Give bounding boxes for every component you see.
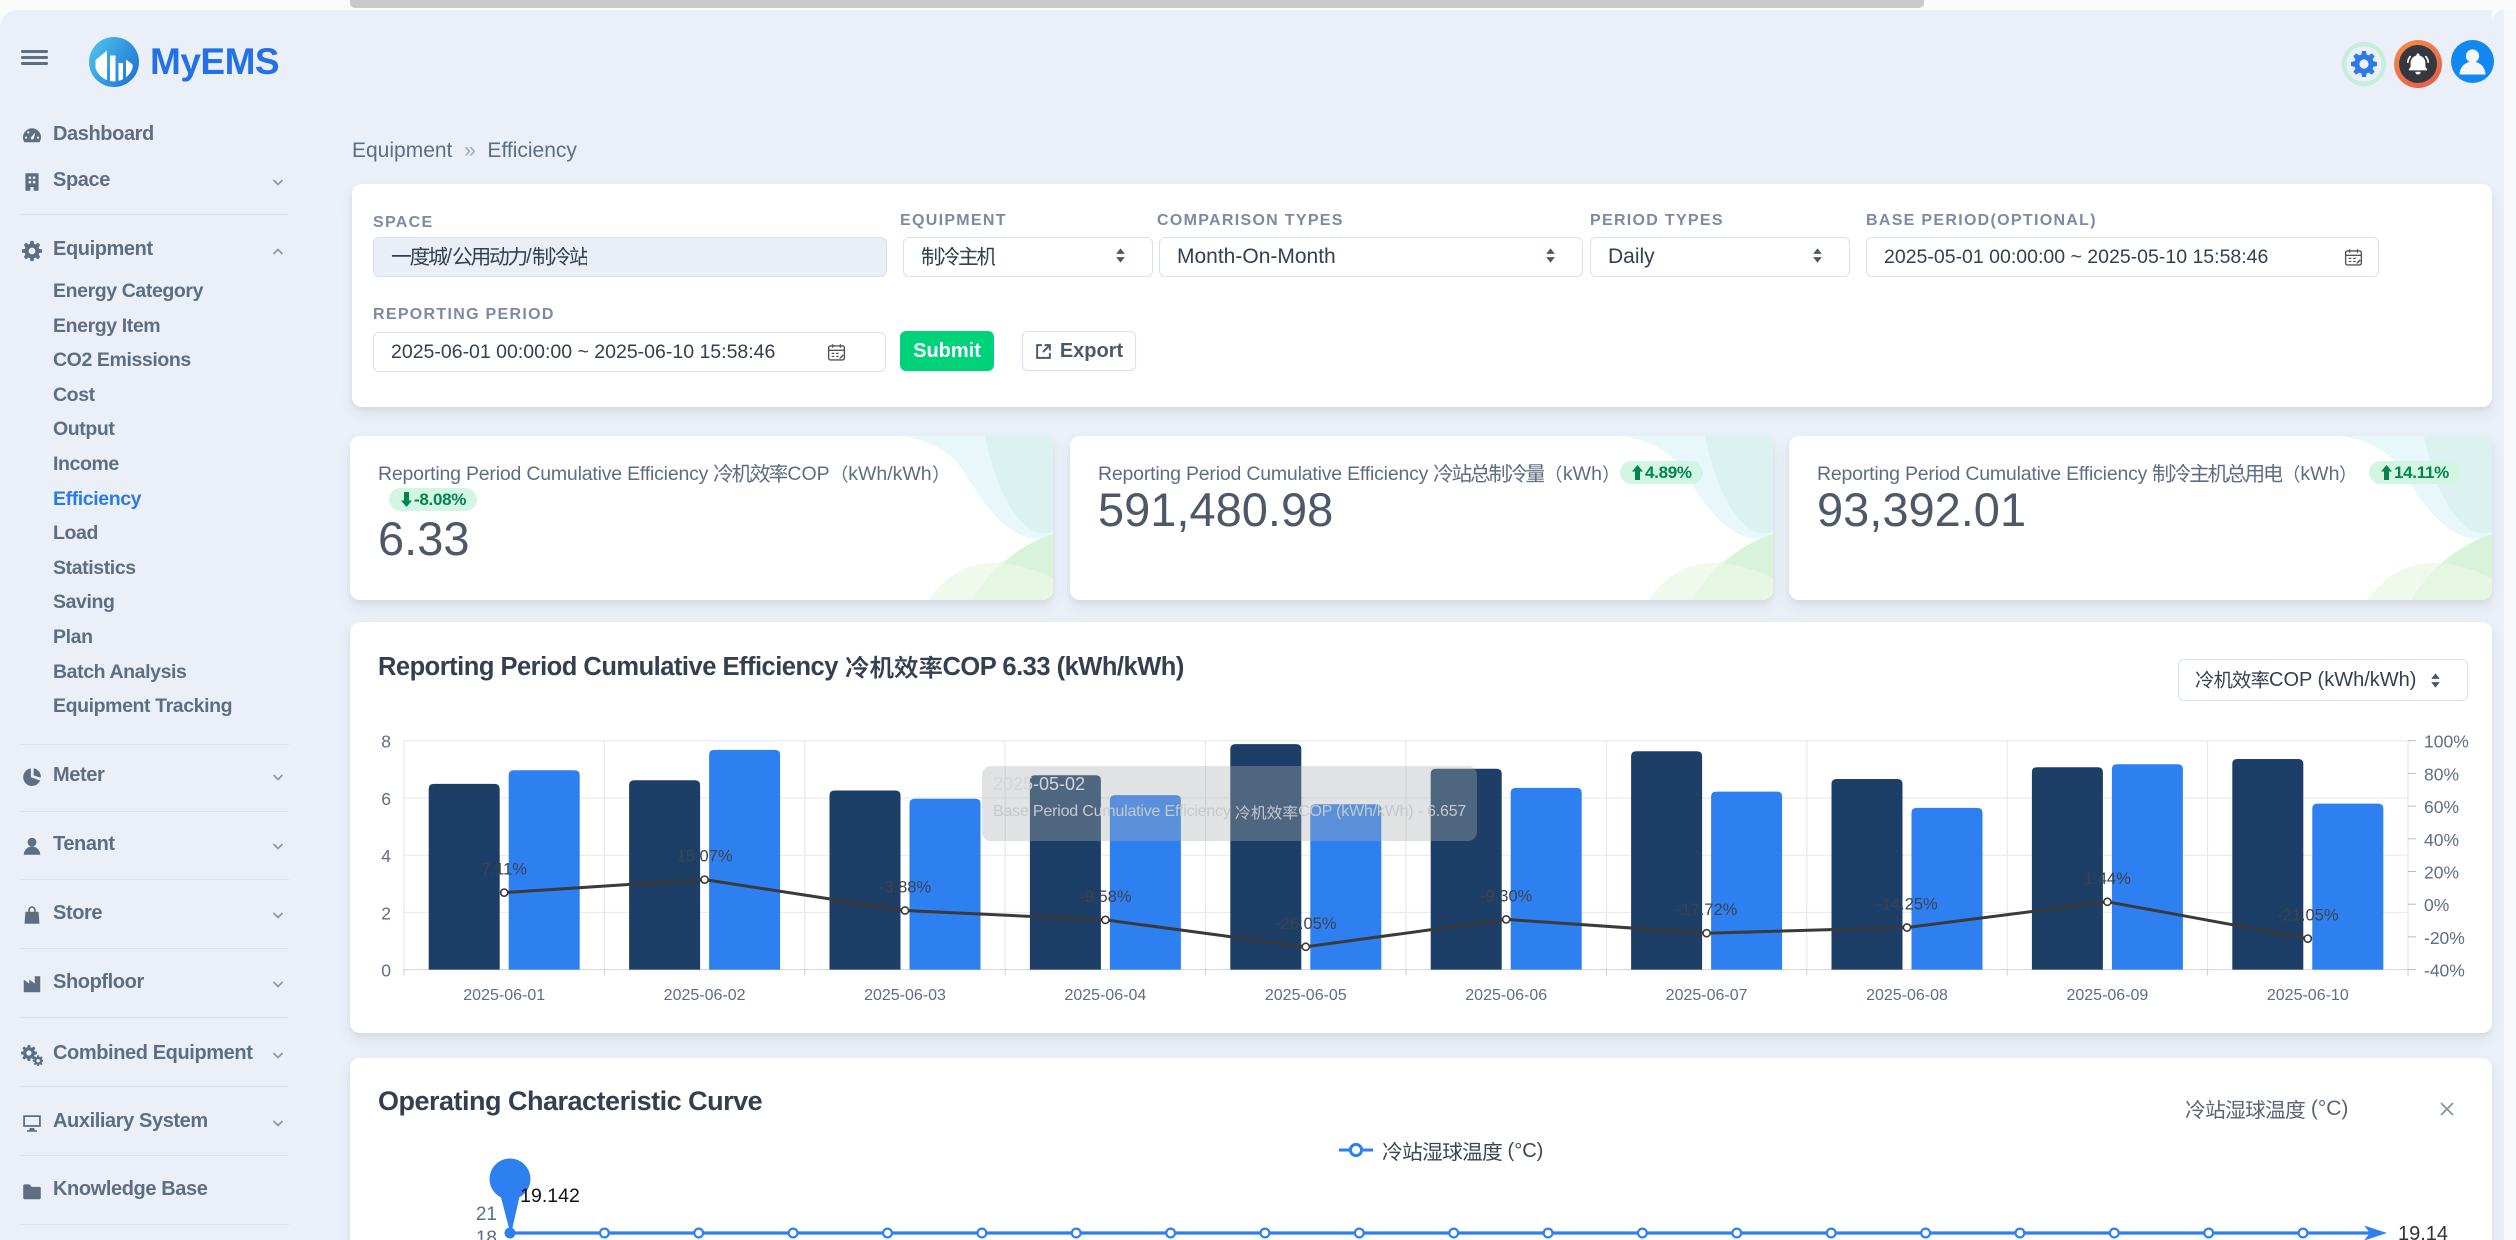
svg-text:2025-06-07: 2025-06-07 [1666, 987, 1748, 1004]
svg-text:2025-06-08: 2025-06-08 [1866, 987, 1948, 1004]
svg-text:-3.88%: -3.88% [879, 879, 932, 897]
svg-text:2025-06-04: 2025-06-04 [1064, 987, 1146, 1004]
svg-text:8: 8 [381, 732, 391, 752]
svg-text:2025-06-02: 2025-06-02 [664, 987, 746, 1004]
svg-text:-40%: -40% [2424, 961, 2465, 981]
svg-text:2025-06-10: 2025-06-10 [2267, 987, 2349, 1004]
svg-text:2025-06-06: 2025-06-06 [1465, 987, 1547, 1004]
svg-text:19.142: 19.142 [520, 1185, 580, 1207]
svg-text:15.07%: 15.07% [677, 848, 733, 866]
svg-text:18: 18 [476, 1228, 497, 1240]
svg-text:-17.72%: -17.72% [1676, 901, 1738, 919]
svg-text:6: 6 [381, 789, 391, 809]
svg-text:60%: 60% [2424, 797, 2459, 817]
svg-text:21: 21 [476, 1204, 497, 1225]
svg-text:20%: 20% [2424, 863, 2459, 883]
svg-text:1.44%: 1.44% [2084, 870, 2131, 888]
svg-text:0: 0 [381, 961, 391, 981]
svg-text:2025-06-09: 2025-06-09 [2066, 987, 2148, 1004]
svg-text:2025-06-03: 2025-06-03 [864, 987, 946, 1004]
svg-text:40%: 40% [2424, 830, 2459, 850]
svg-text:100%: 100% [2424, 732, 2469, 752]
svg-text:-9.30%: -9.30% [1480, 887, 1533, 905]
svg-text:2: 2 [381, 903, 391, 923]
svg-text:-26.05%: -26.05% [1275, 915, 1337, 933]
svg-text:4: 4 [381, 846, 391, 866]
svg-text:80%: 80% [2424, 764, 2459, 784]
svg-text:-9.58%: -9.58% [1079, 888, 1132, 906]
svg-text:-20%: -20% [2424, 928, 2465, 948]
svg-text:0%: 0% [2424, 895, 2449, 915]
svg-text:19.14: 19.14 [2398, 1223, 2448, 1240]
svg-text:2025-06-05: 2025-06-05 [1265, 987, 1347, 1004]
svg-text:-14.25%: -14.25% [1876, 896, 1938, 914]
svg-text:7.11%: 7.11% [481, 861, 527, 879]
svg-text:2025-06-01: 2025-06-01 [463, 987, 545, 1004]
svg-text:-21.05%: -21.05% [2277, 907, 2339, 925]
